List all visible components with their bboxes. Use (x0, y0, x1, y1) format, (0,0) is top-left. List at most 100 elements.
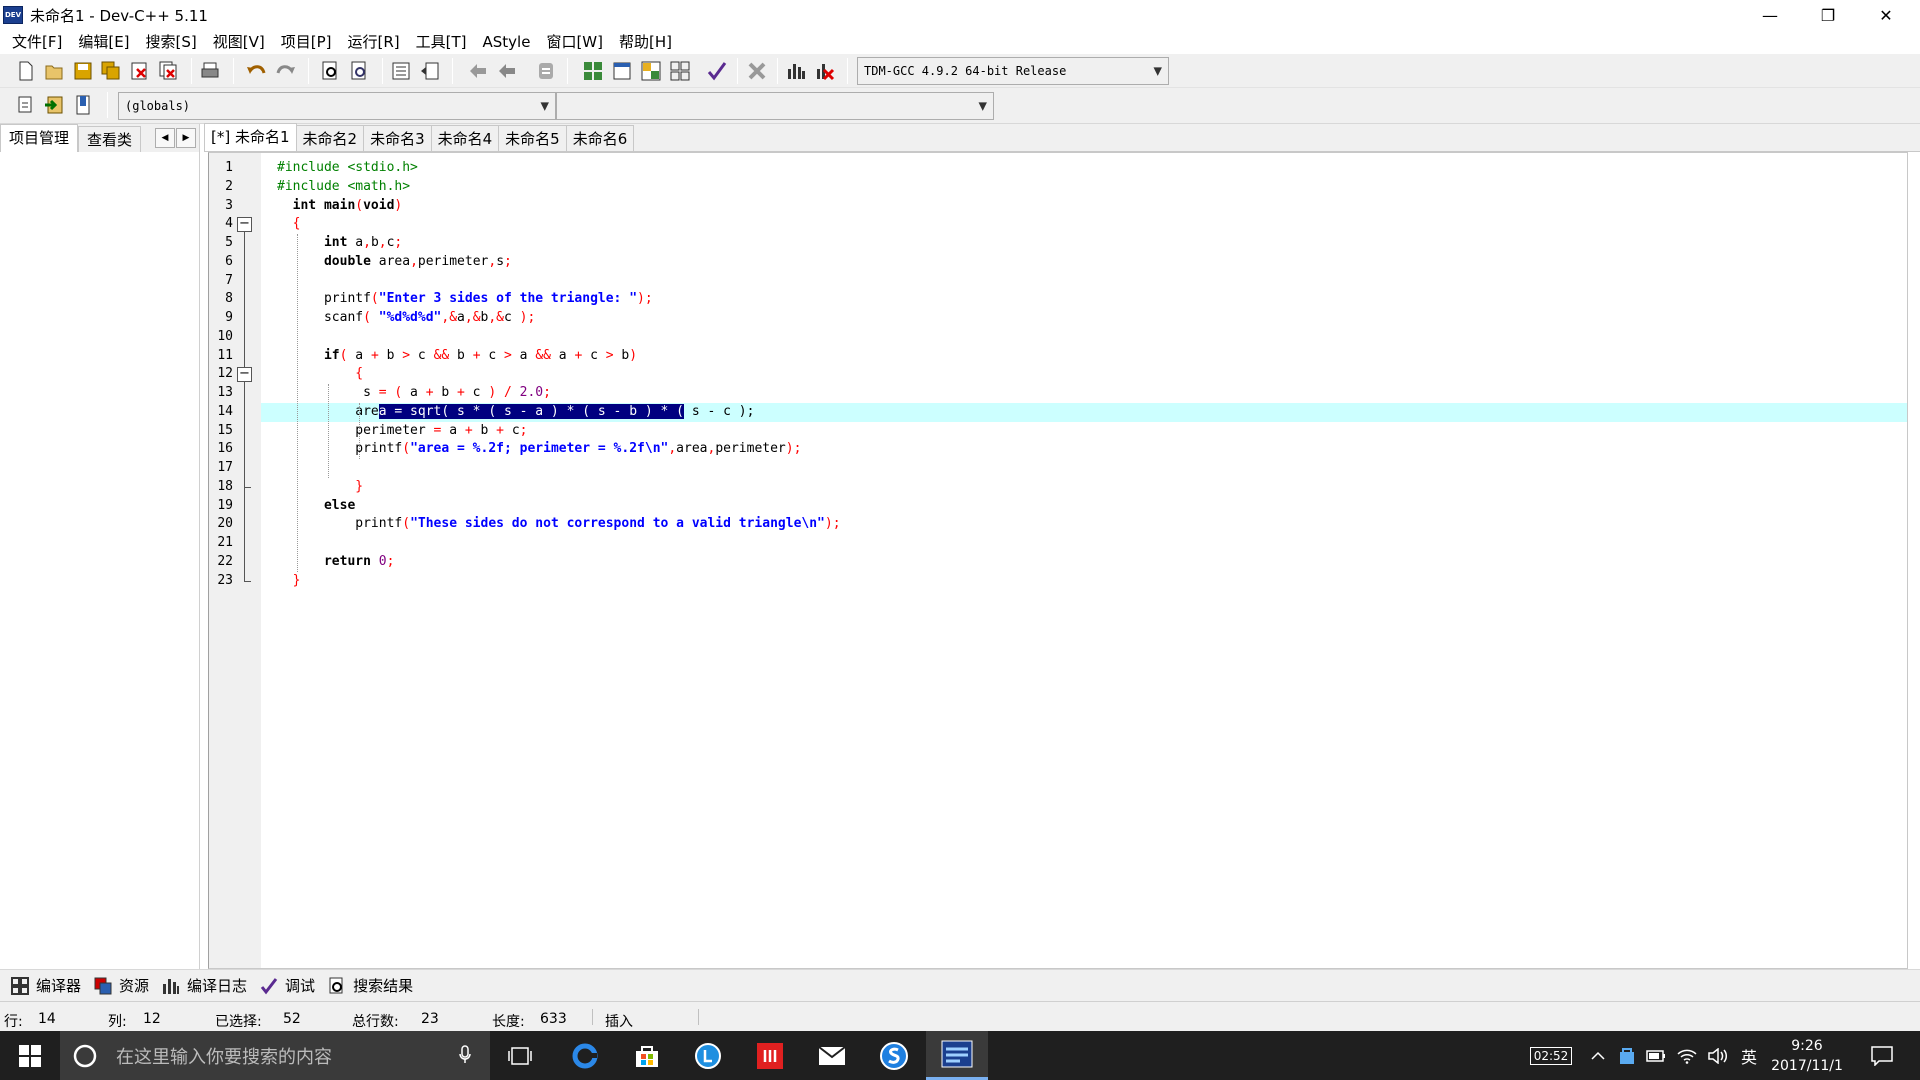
tab-resources[interactable]: 资源 (89, 973, 157, 999)
tab-untitled-2[interactable]: 未命名2 (295, 125, 365, 151)
undo-button[interactable] (244, 59, 268, 83)
close-file-button[interactable] (128, 59, 152, 83)
code-line[interactable]: int main(void) (261, 197, 1907, 216)
code-line[interactable]: if( a + b > c && b + c > a && a + c > b) (261, 347, 1907, 366)
task-view-button[interactable] (490, 1031, 550, 1080)
function-select[interactable]: ▼ (556, 92, 994, 120)
menu-file[interactable]: 文件[F] (4, 30, 70, 54)
code-editor[interactable]: 1 2 3 4 5 6 7 8 9 10 11 12 13 14 15 16 17 18 19 20 21 22 23− − … (208, 152, 1908, 969)
mail-button[interactable] (802, 1031, 862, 1080)
menu-help[interactable]: 帮助[H] (611, 30, 680, 54)
save-button[interactable] (71, 59, 95, 83)
menu-astyle[interactable]: AStyle (475, 30, 539, 54)
tab-untitled-1[interactable]: [*] 未命名1 (204, 123, 297, 151)
code-line[interactable] (261, 328, 1907, 347)
code-line[interactable]: scanf( "%d%d%d",&a,&b,&c ); (261, 309, 1907, 328)
code-line[interactable] (261, 272, 1907, 291)
menu-project[interactable]: 项目[P] (273, 30, 340, 54)
profile-delete-button[interactable] (813, 59, 837, 83)
code-line[interactable]: #include <stdio.h> (261, 159, 1907, 178)
minimize-button[interactable]: — (1741, 0, 1799, 30)
insert-button[interactable] (14, 93, 38, 117)
code-line[interactable]: } (261, 572, 1907, 591)
stop-button[interactable] (745, 59, 769, 83)
new-file-button[interactable] (14, 59, 38, 83)
code-line[interactable]: perimeter = a + b + c; (261, 422, 1907, 441)
code-line[interactable]: double area,perimeter,s; (261, 253, 1907, 272)
devcpp-taskbar-button[interactable] (926, 1031, 988, 1080)
close-all-button[interactable] (157, 59, 181, 83)
code-line[interactable]: printf("These sides do not correspond to… (261, 515, 1907, 534)
menu-window[interactable]: 窗口[W] (538, 30, 611, 54)
code-line[interactable]: int a,b,c; (261, 234, 1907, 253)
open-file-button[interactable] (42, 59, 66, 83)
find-button[interactable] (319, 59, 343, 83)
code-line[interactable]: printf("area = %.2f; perimeter = %.2f\n"… (261, 440, 1907, 459)
tab-untitled-3[interactable]: 未命名3 (363, 125, 432, 151)
replace-button[interactable] (348, 59, 372, 83)
tab-untitled-4[interactable]: 未命名4 (430, 125, 500, 151)
tab-search-results[interactable]: 搜索结果 (323, 973, 421, 999)
fold-toggle-icon[interactable]: − (237, 367, 252, 383)
goto-line-button[interactable] (534, 59, 558, 83)
tab-scroll-right-button[interactable]: ▶ (176, 128, 196, 148)
toggle-bookmark-button[interactable] (466, 59, 490, 83)
goto-bookmark-button[interactable] (495, 59, 519, 83)
code-line[interactable] (261, 459, 1907, 478)
edge-browser-button[interactable] (555, 1031, 615, 1080)
clock[interactable]: 9:26 2017/11/1 (1764, 1031, 1850, 1080)
code-area[interactable]: #include <stdio.h> #include <math.h> int … (261, 153, 1907, 968)
goto-button[interactable] (42, 93, 66, 117)
fold-toggle-icon[interactable]: − (237, 217, 252, 233)
show-hidden-icons-button[interactable] (1586, 1031, 1610, 1080)
print-button[interactable] (198, 59, 222, 83)
store-button[interactable] (617, 1031, 677, 1080)
tab-class-browser[interactable]: 查看类 (78, 126, 142, 152)
code-line[interactable]: s = ( a + b + c ) / 2.0; (261, 384, 1907, 403)
menu-tools[interactable]: 工具[T] (408, 30, 475, 54)
code-line[interactable]: else (261, 497, 1907, 516)
scope-select[interactable]: (globals) ▼ (118, 92, 556, 120)
check-syntax-button[interactable] (705, 59, 729, 83)
tray-app-button[interactable] (1614, 1031, 1640, 1080)
tab-debug[interactable]: 调试 (255, 973, 323, 999)
bookmark-button[interactable] (71, 93, 95, 117)
unindent-button[interactable] (418, 59, 442, 83)
code-line[interactable]: { (261, 365, 1907, 384)
volume-button[interactable] (1704, 1031, 1732, 1080)
app-l-button[interactable] (678, 1031, 738, 1080)
menu-view[interactable]: 视图[V] (205, 30, 273, 54)
project-new-button[interactable] (581, 59, 605, 83)
code-line[interactable]: #include <math.h> (261, 178, 1907, 197)
indent-button[interactable] (389, 59, 413, 83)
code-line[interactable]: } (261, 478, 1907, 497)
menu-run[interactable]: 运行[R] (339, 30, 407, 54)
menu-search[interactable]: 搜索[S] (138, 30, 205, 54)
current-code-line[interactable]: area = sqrt( s * ( s - a ) * ( s - b ) *… (261, 402, 1907, 422)
code-line[interactable]: return 0; (261, 553, 1907, 572)
code-line[interactable] (261, 534, 1907, 553)
wifi-button[interactable] (1673, 1031, 1701, 1080)
action-center-button[interactable] (1858, 1031, 1906, 1080)
code-line[interactable]: printf("Enter 3 sides of the triangle: "… (261, 290, 1907, 309)
save-all-button[interactable] (99, 59, 123, 83)
close-button[interactable]: ✕ (1857, 0, 1915, 30)
window-button[interactable] (610, 59, 634, 83)
battery-button[interactable] (1642, 1031, 1670, 1080)
compiler-select[interactable]: TDM-GCC 4.9.2 64-bit Release ▼ (857, 57, 1169, 85)
tile-button[interactable] (668, 59, 692, 83)
taskbar-search-box[interactable]: 在这里输入你要搜索的内容 (60, 1031, 490, 1080)
profile-button[interactable] (784, 59, 808, 83)
code-line[interactable]: { (261, 215, 1907, 234)
layout-button[interactable] (639, 59, 663, 83)
tab-compiler[interactable]: 编译器 (6, 973, 89, 999)
tab-untitled-5[interactable]: 未命名5 (498, 125, 567, 151)
app-red-button[interactable] (740, 1031, 800, 1080)
redo-button[interactable] (274, 59, 298, 83)
tab-project-manager[interactable]: 项目管理 (0, 124, 79, 152)
restore-button[interactable]: ❐ (1799, 0, 1857, 30)
menu-edit[interactable]: 编辑[E] (70, 30, 137, 54)
ime-indicator[interactable]: 英 (1734, 1031, 1764, 1080)
tab-scroll-left-button[interactable]: ◀ (155, 128, 175, 148)
battery-time-indicator[interactable]: 02:52 (1528, 1031, 1574, 1080)
